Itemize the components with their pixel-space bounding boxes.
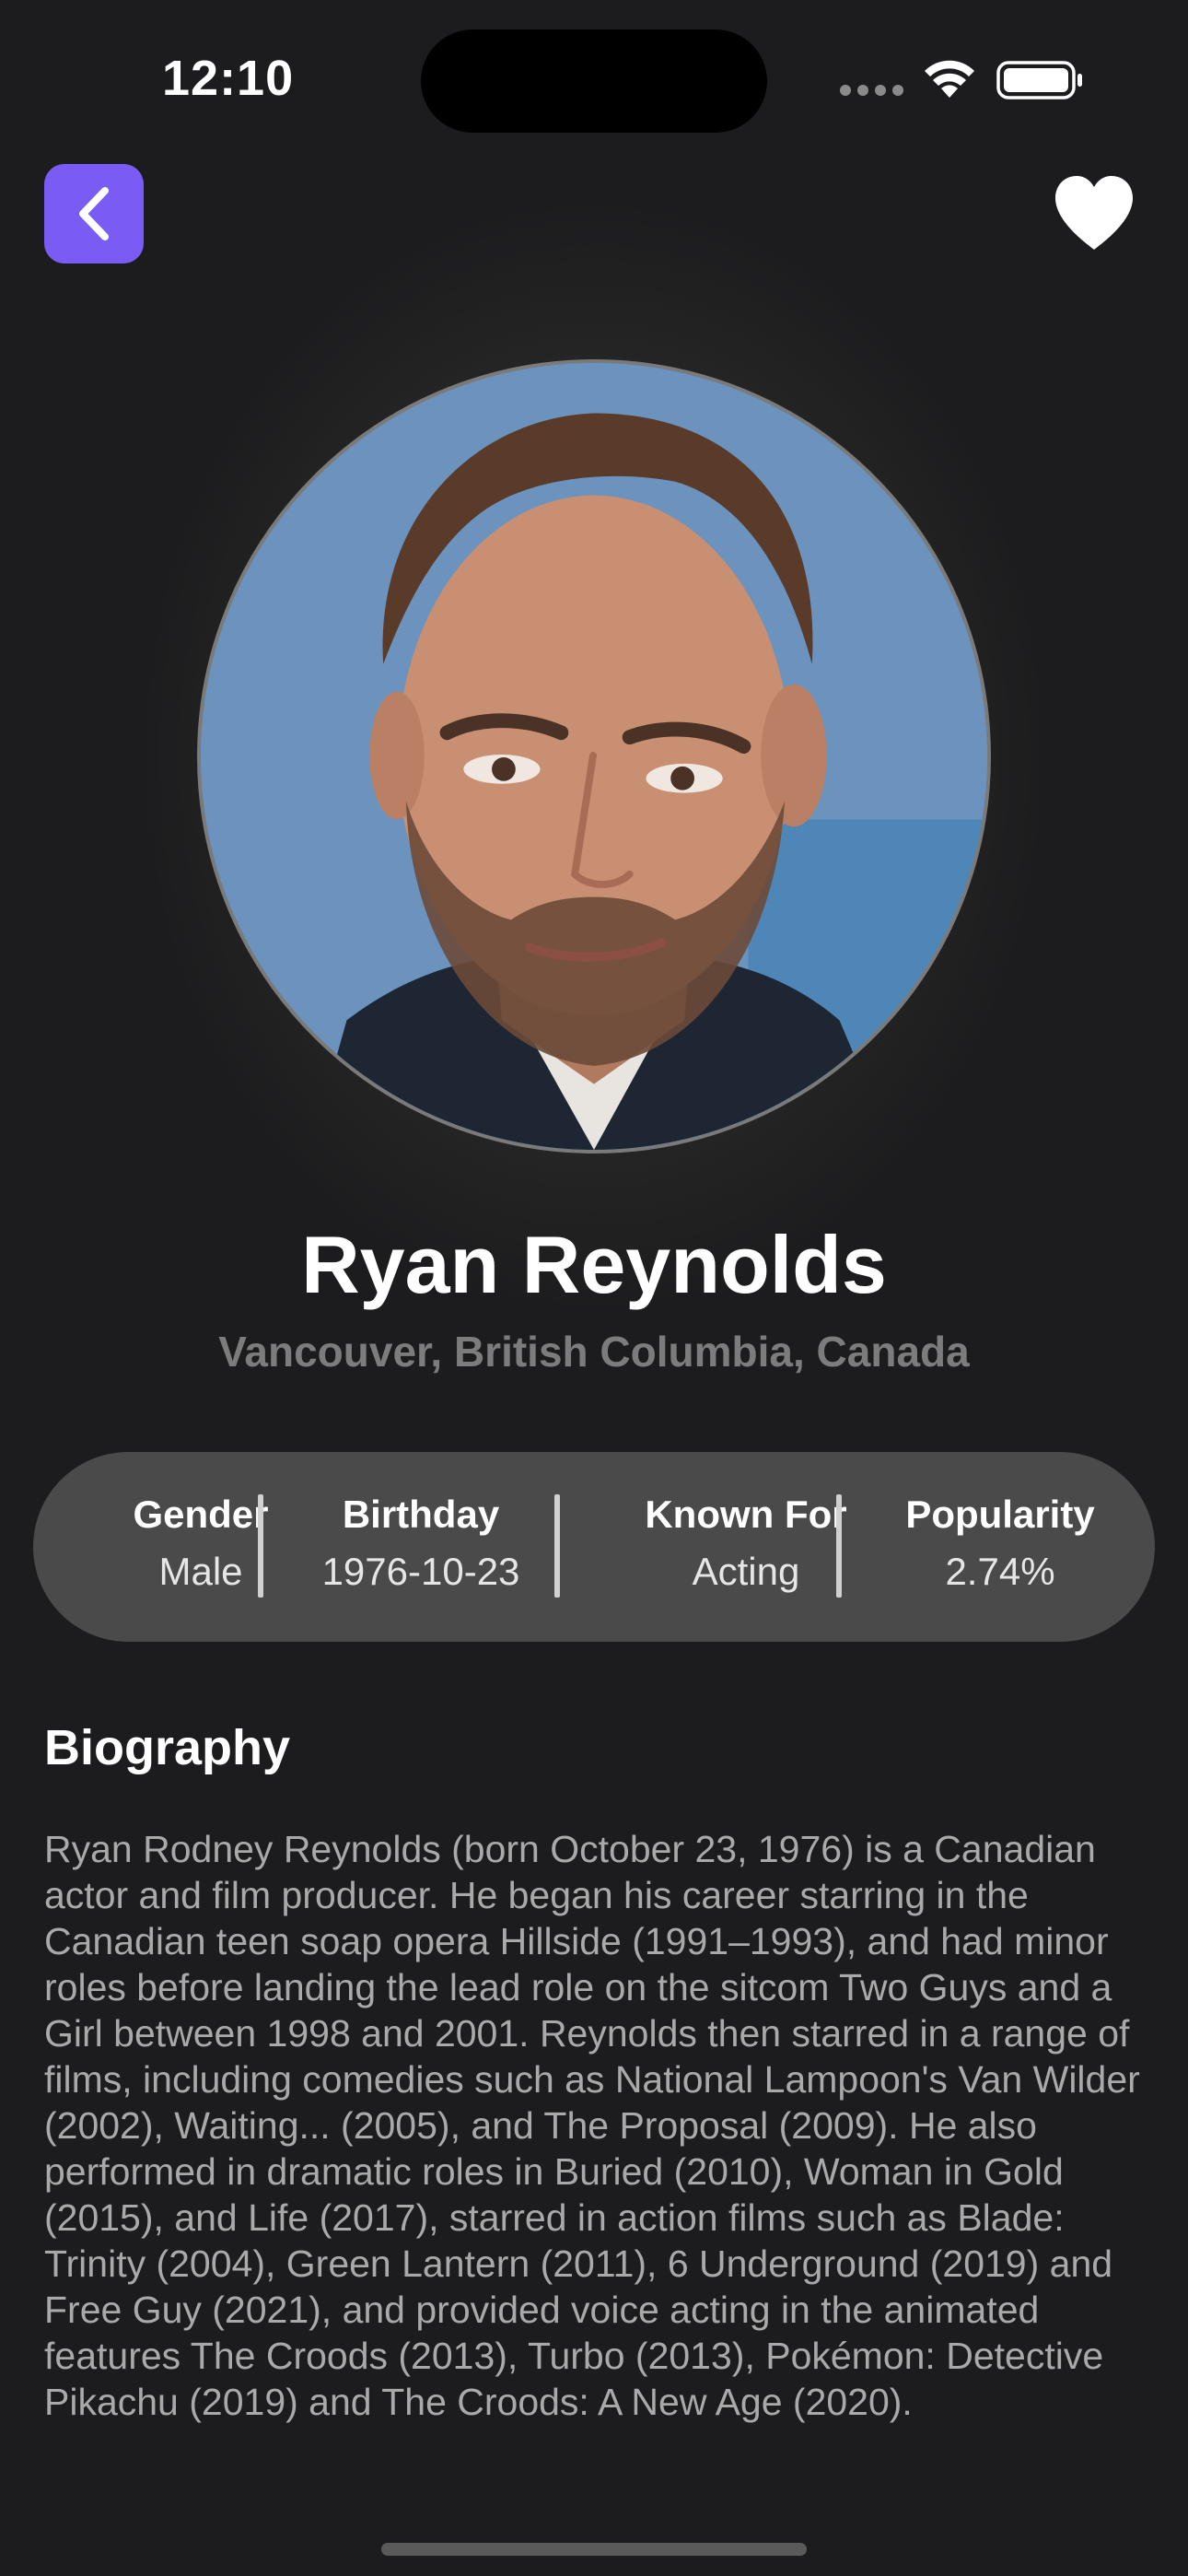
profile-photo (197, 359, 991, 1153)
biography-text: Ryan Rodney Reynolds (born October 23, 1… (44, 1828, 1140, 2423)
stat-label: Known For (645, 1493, 847, 1536)
cellular-signal-icon (840, 85, 904, 98)
stat-value: Male (158, 1550, 243, 1593)
stat-label: Popularity (905, 1493, 1095, 1536)
person-name: Ryan Reynolds (301, 1219, 887, 1310)
stat-value: 1976-10-23 (321, 1550, 520, 1593)
stat-label: Gender (133, 1493, 269, 1536)
back-button[interactable] (44, 164, 144, 263)
person-location: Vancouver, British Columbia, Canada (218, 1328, 970, 1376)
status-bar: 12:10 (0, 0, 1188, 157)
stat-birthday: Birthday 1976-10-23 (295, 1493, 547, 1594)
battery-icon (996, 61, 1085, 100)
stat-popularity: Popularity 2.74% (862, 1493, 1138, 1594)
stat-value: 2.74% (945, 1550, 1055, 1593)
stat-divider (836, 1494, 842, 1598)
wifi-icon (921, 57, 978, 100)
stat-known-for: Known For Acting (593, 1493, 899, 1594)
stat-divider (554, 1494, 560, 1598)
stat-gender: Gender Male (88, 1493, 313, 1594)
stats-bar: Gender Male Birthday 1976-10-23 Known Fo… (33, 1452, 1155, 1642)
stat-value: Acting (692, 1550, 800, 1593)
biography-heading: Biography (44, 1720, 291, 1775)
stat-label: Birthday (342, 1493, 500, 1536)
home-indicator[interactable] (381, 2543, 807, 2556)
dynamic-island (421, 29, 767, 133)
status-time: 12:10 (162, 51, 295, 106)
chevron-left-icon (79, 187, 109, 240)
heart-icon (1055, 176, 1133, 250)
favorite-button[interactable] (1050, 171, 1138, 254)
person-detail-screen: 12:10 Ryan Reynolds Vancouver, British C… (0, 0, 1188, 2576)
stat-divider (258, 1494, 263, 1598)
